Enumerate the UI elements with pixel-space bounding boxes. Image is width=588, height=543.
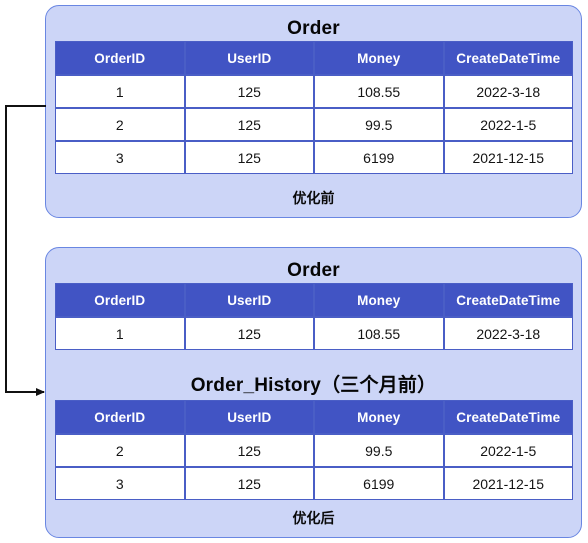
- cell-money: 99.5: [314, 108, 444, 141]
- table-row: 3 125 6199 2021-12-15: [55, 141, 573, 174]
- column-header-userid: UserID: [184, 283, 314, 317]
- cell-money: 108.55: [314, 75, 444, 108]
- panel-before-optimization: Order OrderID UserID Money CreateDateTim…: [45, 5, 582, 218]
- cell-userid: 125: [184, 75, 314, 108]
- column-header-createdatetime: CreateDateTime: [443, 283, 573, 317]
- cell-userid: 125: [184, 141, 314, 174]
- cell-money: 6199: [314, 467, 444, 500]
- table-order-before: OrderID UserID Money CreateDateTime 1 12…: [55, 41, 573, 174]
- column-header-orderid: OrderID: [55, 283, 185, 317]
- column-header-userid: UserID: [184, 41, 314, 75]
- table-header-row: OrderID UserID Money CreateDateTime: [55, 283, 573, 317]
- table-title-order-after: Order: [287, 260, 340, 281]
- column-header-money: Money: [314, 41, 444, 75]
- cell-orderid: 3: [55, 467, 185, 500]
- arrow-path: [5, 105, 46, 396]
- cell-createdatetime: 2022-3-18: [443, 317, 573, 350]
- cell-userid: 125: [184, 467, 314, 500]
- cell-orderid: 1: [55, 75, 185, 108]
- column-header-orderid: OrderID: [55, 400, 185, 434]
- cell-userid: 125: [184, 108, 314, 141]
- table-title-order-before: Order: [287, 18, 340, 39]
- cell-createdatetime: 2022-3-18: [443, 75, 573, 108]
- cell-createdatetime: 2021-12-15: [443, 467, 573, 500]
- table-title-order-history: Order_History（三个月前）: [190, 375, 437, 396]
- table-row: 1 125 108.55 2022-3-18: [55, 317, 573, 350]
- table-header-row: OrderID UserID Money CreateDateTime: [55, 41, 573, 75]
- cell-orderid: 3: [55, 141, 185, 174]
- cell-userid: 125: [184, 317, 314, 350]
- cell-createdatetime: 2022-1-5: [443, 434, 573, 467]
- table-order-history: OrderID UserID Money CreateDateTime 2 12…: [55, 400, 573, 500]
- table-row: 2 125 99.5 2022-1-5: [55, 108, 573, 141]
- cell-createdatetime: 2022-1-5: [443, 108, 573, 141]
- archiving-diagram: Order OrderID UserID Money CreateDateTim…: [0, 0, 588, 543]
- panel-after-optimization: Order OrderID UserID Money CreateDateTim…: [45, 247, 582, 538]
- cell-orderid: 2: [55, 108, 185, 141]
- table-row: 2 125 99.5 2022-1-5: [55, 434, 573, 467]
- table-row: 1 125 108.55 2022-3-18: [55, 75, 573, 108]
- cell-money: 99.5: [314, 434, 444, 467]
- column-header-userid: UserID: [184, 400, 314, 434]
- table-header-row: OrderID UserID Money CreateDateTime: [55, 400, 573, 434]
- column-header-orderid: OrderID: [55, 41, 185, 75]
- cell-orderid: 2: [55, 434, 185, 467]
- table-row: 3 125 6199 2021-12-15: [55, 467, 573, 500]
- cell-createdatetime: 2021-12-15: [443, 141, 573, 174]
- table-order-after: OrderID UserID Money CreateDateTime 1 12…: [55, 283, 573, 350]
- column-header-createdatetime: CreateDateTime: [443, 400, 573, 434]
- column-header-money: Money: [314, 400, 444, 434]
- cell-money: 108.55: [314, 317, 444, 350]
- column-header-money: Money: [314, 283, 444, 317]
- column-header-createdatetime: CreateDateTime: [443, 41, 573, 75]
- cell-orderid: 1: [55, 317, 185, 350]
- cell-userid: 125: [184, 434, 314, 467]
- caption-after-optimization: 优化后: [292, 510, 335, 526]
- cell-money: 6199: [314, 141, 444, 174]
- caption-before-optimization: 优化前: [292, 190, 335, 206]
